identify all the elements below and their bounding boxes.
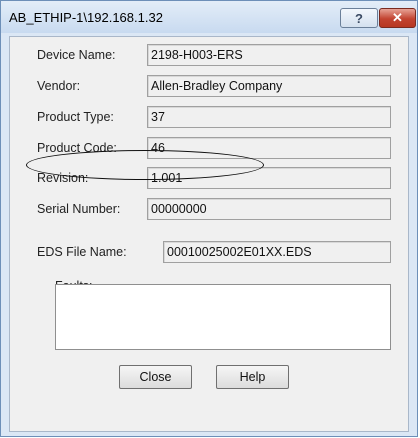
vendor-field[interactable]: Allen-Bradley Company — [147, 75, 391, 97]
question-mark-icon: ? — [355, 10, 363, 26]
dialog-body: Device Name: 2198-H003-ERS Vendor: Allen… — [9, 36, 409, 432]
dialog-window: AB_ETHIP-1\192.168.1.32 ? ✕ Device Name:… — [0, 0, 418, 437]
product-type-label: Product Type: — [37, 110, 114, 124]
serial-number-field[interactable]: 00000000 — [147, 198, 391, 220]
device-name-label: Device Name: — [37, 48, 116, 62]
vendor-label: Vendor: — [37, 79, 81, 93]
window-title: AB_ETHIP-1\192.168.1.32 — [9, 10, 163, 25]
revision-field[interactable]: 1.001 — [147, 167, 391, 189]
eds-file-name-label: EDS File Name: — [37, 245, 127, 259]
faults-box[interactable] — [55, 284, 391, 350]
title-bar[interactable]: AB_ETHIP-1\192.168.1.32 ? ✕ — [1, 1, 417, 33]
revision-label: Revision: — [37, 171, 89, 185]
title-help-button[interactable]: ? — [340, 8, 378, 28]
title-close-button[interactable]: ✕ — [379, 8, 416, 28]
help-button[interactable]: Help — [216, 365, 289, 389]
product-code-label: Product Code: — [37, 141, 117, 155]
close-icon: ✕ — [392, 10, 403, 25]
close-button[interactable]: Close — [119, 365, 192, 389]
product-type-field[interactable]: 37 — [147, 106, 391, 128]
product-code-field[interactable]: 46 — [147, 137, 391, 159]
device-name-field[interactable]: 2198-H003-ERS — [147, 44, 391, 66]
serial-number-label: Serial Number: — [37, 202, 121, 216]
eds-file-name-field[interactable]: 00010025002E01XX.EDS — [163, 241, 391, 263]
